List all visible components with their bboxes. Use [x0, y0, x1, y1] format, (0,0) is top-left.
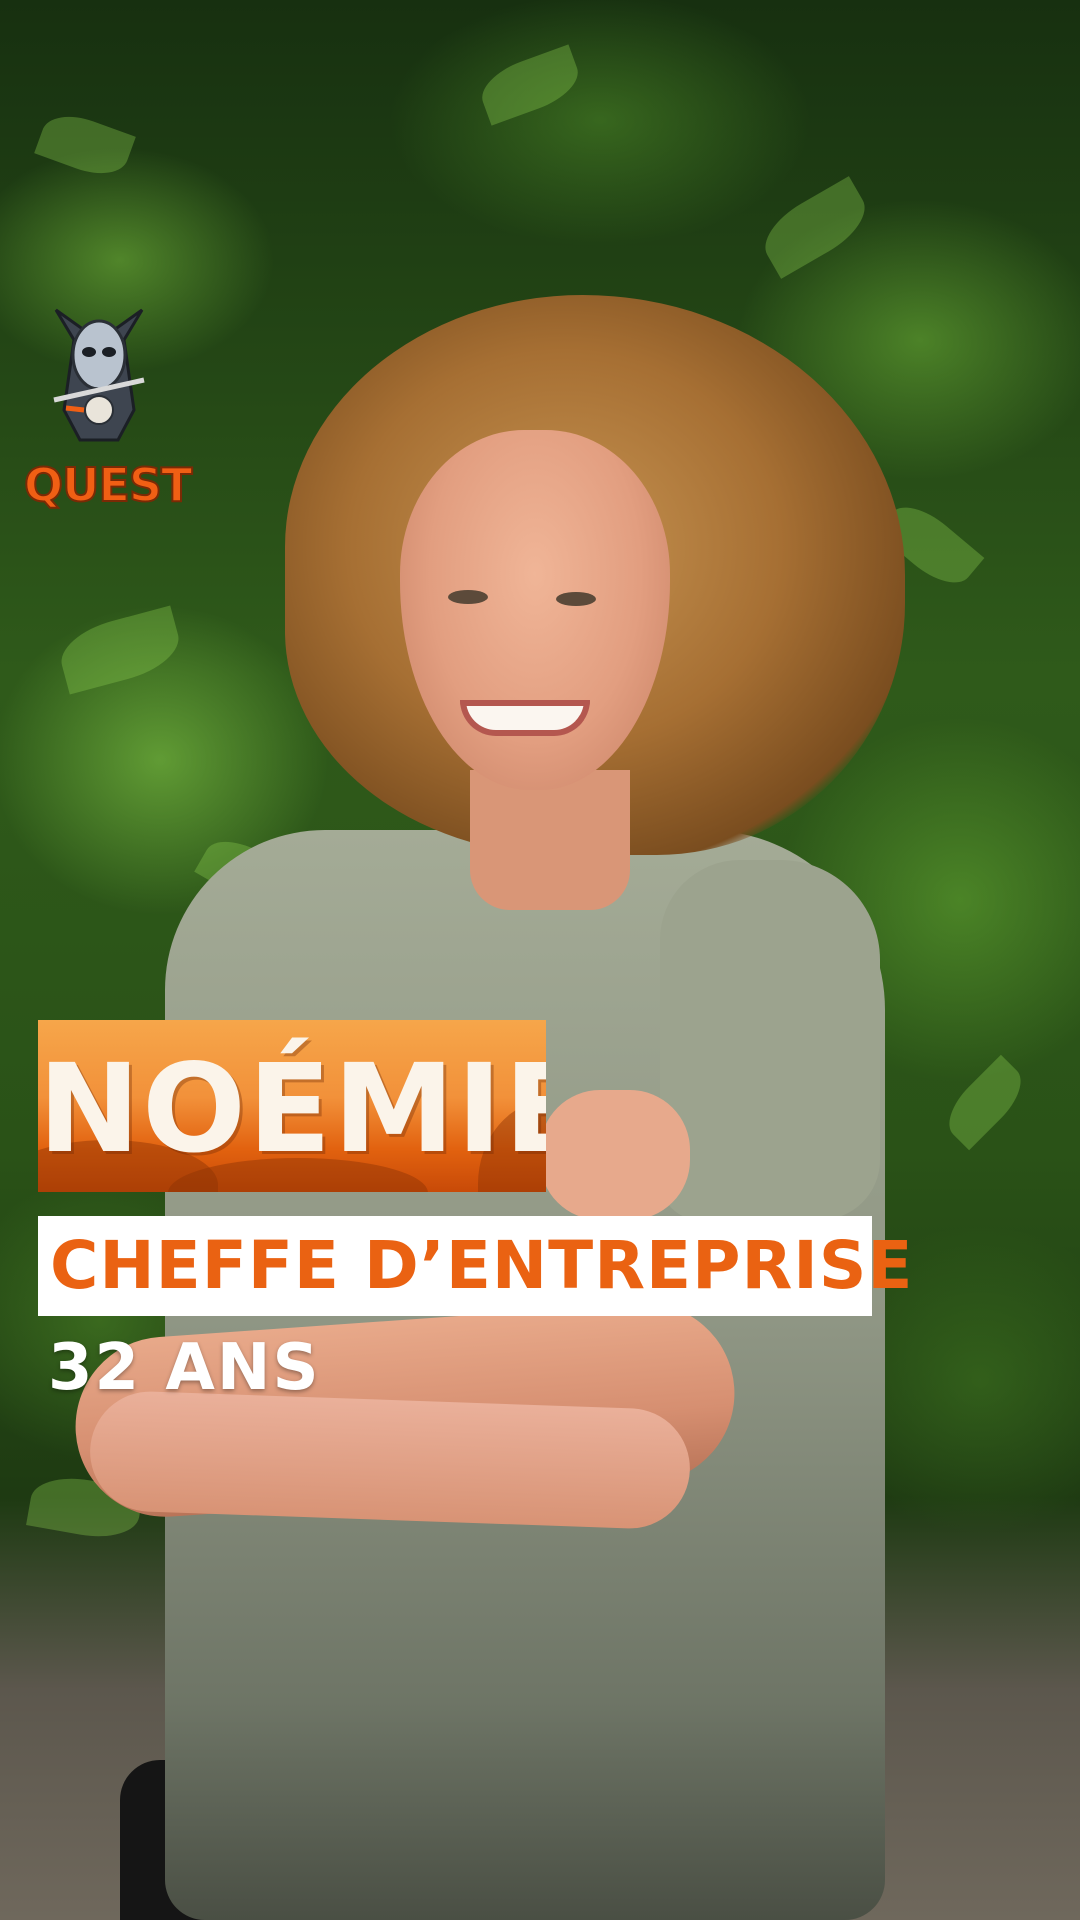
left-eye [448, 590, 488, 604]
shirt-sleeve [660, 860, 880, 1220]
logo-text: QUEST [23, 457, 193, 513]
occupation-text: CHEFFE D’ENTREPRISE [50, 1227, 914, 1304]
occupation-label: CHEFFE D’ENTREPRISE [38, 1216, 912, 1316]
show-logo: QUEST [23, 300, 193, 513]
smile [460, 700, 590, 736]
tribal-mask-icon [53, 308, 145, 442]
foliage-leaf [54, 605, 186, 695]
foliage-leaf [474, 44, 586, 126]
hand [540, 1090, 690, 1220]
forearm [88, 1389, 692, 1531]
age-text: 32 ANS [48, 1331, 321, 1405]
candidate-name: NOÉMIE [38, 1038, 546, 1180]
foliage-leaf [34, 106, 136, 184]
right-eye [556, 592, 596, 606]
neck [470, 770, 630, 910]
foliage-leaf [753, 176, 877, 279]
portrait-card: QUEST NOÉMIE CHEFFE D’ENTREPRISE 32 ANS [0, 0, 1080, 1920]
name-banner: NOÉMIE [38, 1020, 546, 1192]
foliage-leaf [937, 1054, 1033, 1151]
